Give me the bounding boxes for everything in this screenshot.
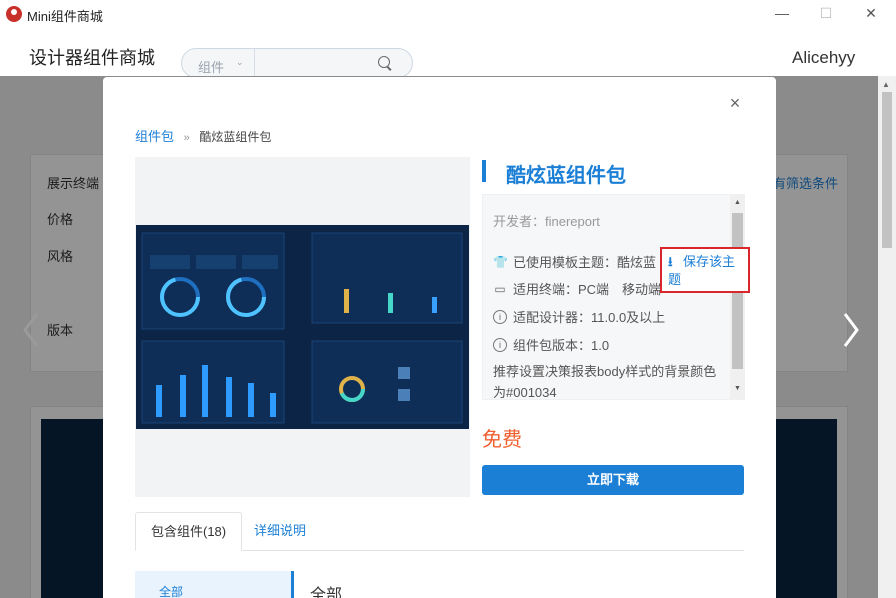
search-icon[interactable] [378, 56, 390, 68]
theme-row: 👕 已使用模板主题：酷炫蓝 [493, 252, 656, 271]
version-text: 组件包版本：1.0 [513, 338, 610, 353]
scroll-thumb[interactable] [882, 92, 892, 248]
terminal-row: ▭ 适用终端：PC端 移动端 [493, 279, 661, 298]
search-input[interactable] [258, 51, 368, 75]
category-sidebar-item-all[interactable]: 全部 [135, 571, 291, 598]
minimize-button[interactable]: — [771, 3, 793, 23]
scroll-up-icon[interactable]: ▲ [734, 199, 741, 206]
prev-arrow-icon[interactable] [22, 312, 40, 348]
info-icon: i [493, 309, 507, 324]
save-theme-label: 保存该主题 [668, 254, 736, 287]
page-scrollbar[interactable]: ▲ [878, 76, 896, 598]
package-info-panel: 开发者：finereport 👕 已使用模板主题：酷炫蓝 ▭ 适用终端：PC端 … [482, 194, 745, 400]
scroll-up-icon[interactable]: ▲ [882, 80, 890, 89]
price-label: 免费 [482, 429, 522, 451]
close-icon[interactable]: × [727, 94, 743, 112]
chevron-down-icon[interactable]: ⌄ [236, 57, 244, 68]
package-title: 酷炫蓝组件包 [506, 165, 626, 187]
download-icon: ⭳ [668, 254, 673, 269]
designer-text: 适配设计器：11.0.0及以上 [513, 310, 666, 325]
shirt-icon: 👕 [493, 254, 508, 269]
developer-text: 开发者：finereport [493, 214, 600, 229]
app-logo-icon [6, 6, 22, 22]
theme-text: 已使用模板主题：酷炫蓝 [513, 255, 657, 270]
designer-row: i 适配设计器：11.0.0及以上 [493, 307, 665, 326]
search-divider [254, 49, 255, 77]
close-window-button[interactable]: ✕ [860, 3, 882, 23]
breadcrumb-current: 酷炫蓝组件包 [199, 130, 272, 144]
title-accent-bar [482, 160, 486, 182]
terminal-text: 适用终端：PC端 移动端 [513, 282, 662, 297]
breadcrumb: 组件包 » 酷炫蓝组件包 [135, 126, 271, 145]
tab-details[interactable]: 详细说明 [239, 512, 321, 551]
tab-components[interactable]: 包含组件(18) [135, 512, 243, 551]
dashboard-preview-image [136, 225, 469, 429]
info-scrollbar[interactable]: ▲ ▼ [730, 195, 744, 399]
search-category-select[interactable]: 组件 [198, 57, 224, 76]
maximize-button[interactable]: ☐ [815, 3, 837, 23]
scroll-down-icon[interactable]: ▼ [734, 385, 741, 392]
category-divider [291, 571, 294, 598]
info-icon: i [493, 337, 507, 352]
version-row: i 组件包版本：1.0 [493, 335, 609, 354]
save-theme-button[interactable]: ⭳ 保存该主题 [660, 247, 750, 293]
category-title: 全部 [310, 587, 343, 598]
search-bar: 组件 ⌄ [181, 48, 413, 78]
breadcrumb-parent-link[interactable]: 组件包 [135, 129, 174, 144]
store-title: 设计器组件商城 [29, 48, 155, 68]
username[interactable]: Alicehyy [792, 48, 855, 68]
store-header: 设计器组件商城 组件 ⌄ Alicehyy [0, 28, 878, 78]
package-preview [135, 157, 470, 497]
description-text: 推荐设置决策报表body样式的背景颜色为#001034 [493, 364, 717, 400]
detail-tabs: 包含组件(18) 详细说明 [135, 512, 744, 551]
category-sidebar-label: 全部 [159, 585, 184, 598]
breadcrumb-separator: » [183, 132, 190, 144]
download-button[interactable]: 立即下载 [482, 465, 744, 495]
window-titlebar: Mini组件商城 — ☐ ✕ [0, 0, 896, 28]
devices-icon: ▭ [494, 281, 506, 296]
next-arrow-icon[interactable] [842, 312, 860, 348]
package-detail-modal: × 组件包 » 酷炫蓝组件包 酷炫蓝组件包 开发者：finereport 👕 已… [103, 77, 776, 598]
window-title: Mini组件商城 [27, 9, 103, 24]
